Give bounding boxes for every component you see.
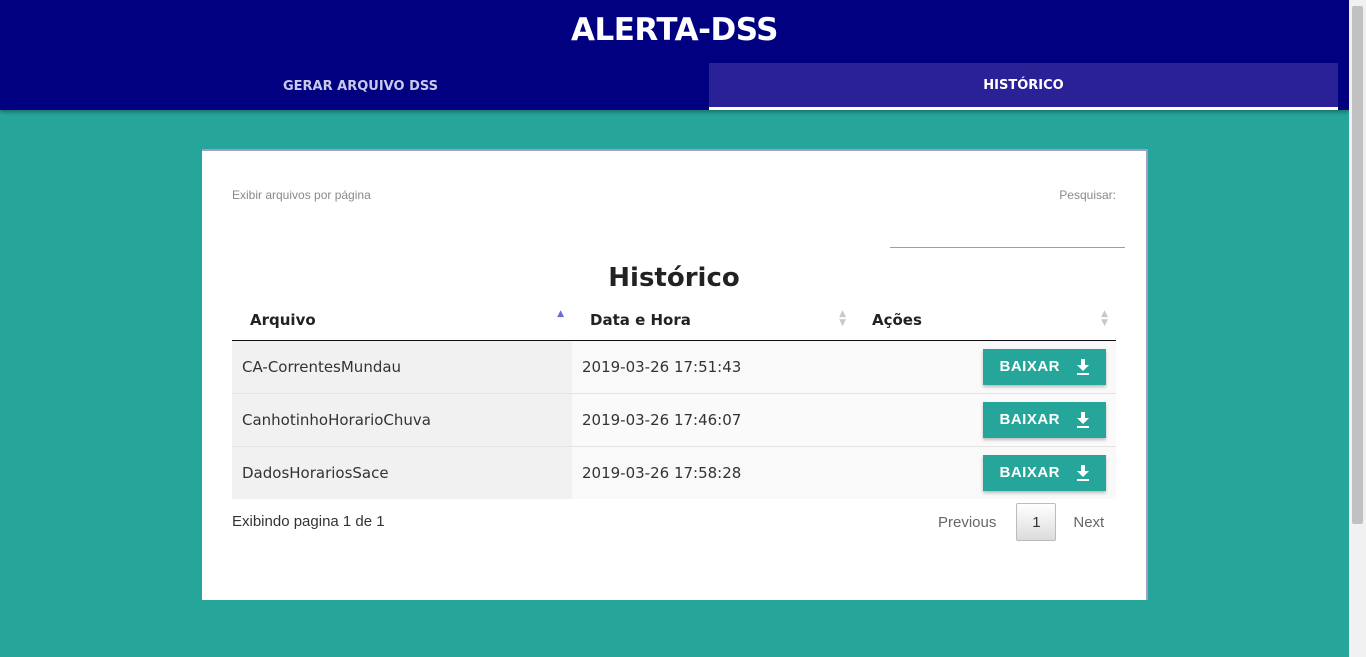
table-row: CanhotinhoHorarioChuva 2019-03-26 17:46:…: [232, 392, 1116, 446]
tab-historico[interactable]: HISTÓRICO: [709, 63, 1338, 110]
datetime-cell: 2019-03-26 17:51:43: [572, 339, 854, 393]
column-header-acoes[interactable]: Ações ▲ ▼: [854, 301, 1116, 341]
sort-icon: ▲ ▼: [1101, 309, 1108, 328]
download-icon: [1077, 358, 1089, 375]
sort-icon: ▲ ▼: [839, 309, 846, 328]
table-row: CA-CorrentesMundau 2019-03-26 17:51:43 B…: [232, 339, 1116, 393]
column-header-label: Arquivo: [250, 311, 316, 330]
history-table: Arquivo ▲ Data e Hora ▲ ▼ Ações ▲ ▼ CA-Cor…: [232, 301, 1116, 499]
table-caption: Histórico: [608, 263, 740, 293]
pagination: Previous 1 Next: [924, 503, 1104, 541]
download-icon: [1077, 464, 1089, 481]
history-card: Exibir arquivos por página Pesquisar: Hi…: [202, 149, 1148, 600]
download-button-label: BAIXAR: [999, 411, 1060, 428]
datetime-cell: 2019-03-26 17:58:28: [572, 445, 854, 499]
download-button[interactable]: BAIXAR: [983, 348, 1106, 385]
action-cell: BAIXAR: [854, 392, 1116, 446]
action-cell: BAIXAR: [854, 445, 1116, 499]
action-cell: BAIXAR: [854, 339, 1116, 393]
file-name-cell: DadosHorariosSace: [232, 445, 572, 499]
page-1-button[interactable]: 1: [1016, 503, 1057, 541]
per-page-label: Exibir arquivos por página: [232, 188, 371, 202]
app-header: ALERTA-DSS GERAR ARQUIVO DSS HISTÓRICO: [0, 0, 1349, 110]
table-header-row: Arquivo ▲ Data e Hora ▲ ▼ Ações ▲ ▼: [232, 301, 1116, 341]
download-button-label: BAIXAR: [999, 358, 1060, 375]
search-input[interactable]: [890, 247, 1125, 248]
datetime-cell: 2019-03-26 17:46:07: [572, 392, 854, 446]
sort-asc-icon: ▲: [557, 309, 564, 319]
page-scrollbar[interactable]: [1349, 0, 1366, 657]
download-button-label: BAIXAR: [999, 464, 1060, 482]
next-page-button[interactable]: Next: [1073, 514, 1104, 531]
download-icon: [1077, 411, 1089, 428]
search-label: Pesquisar:: [1059, 188, 1116, 202]
column-header-label: Data e Hora: [590, 311, 691, 330]
file-name-cell: CanhotinhoHorarioChuva: [232, 392, 572, 446]
file-name-cell: CA-CorrentesMundau: [232, 339, 572, 393]
pagination-info: Exibindo pagina 1 de 1: [232, 513, 385, 530]
column-header-data-hora[interactable]: Data e Hora ▲ ▼: [572, 301, 854, 341]
download-button[interactable]: BAIXAR: [983, 454, 1106, 491]
column-header-label: Ações: [872, 311, 922, 330]
column-header-arquivo[interactable]: Arquivo ▲: [232, 301, 572, 341]
previous-page-button[interactable]: Previous: [938, 514, 996, 531]
table-row: DadosHorariosSace 2019-03-26 17:58:28 BA…: [232, 445, 1116, 499]
download-button[interactable]: BAIXAR: [983, 401, 1106, 438]
tab-gerar-arquivo-dss[interactable]: GERAR ARQUIVO DSS: [12, 63, 709, 110]
scrollbar-thumb[interactable]: [1352, 6, 1363, 524]
app-title: ALERTA-DSS: [571, 12, 779, 48]
